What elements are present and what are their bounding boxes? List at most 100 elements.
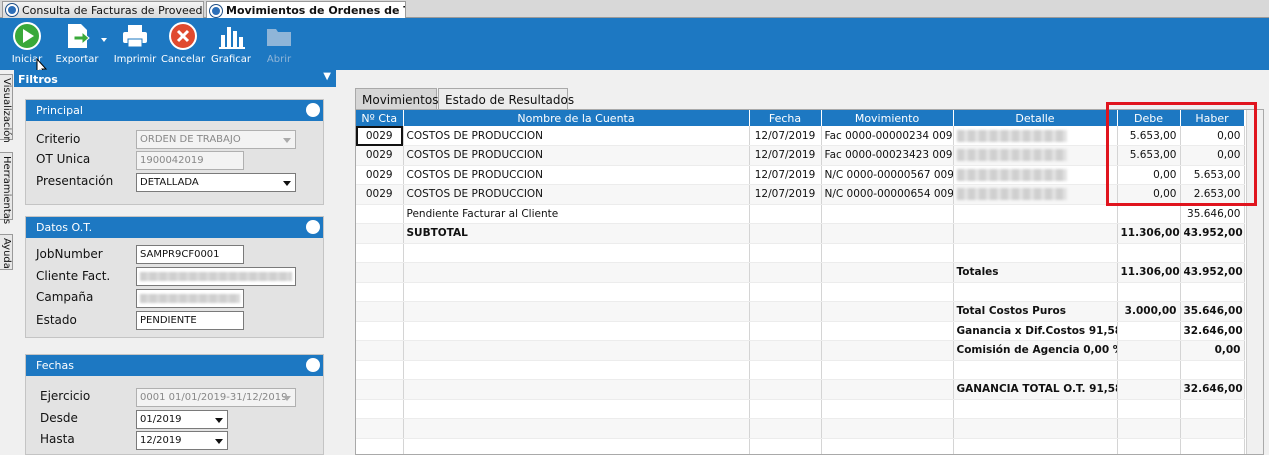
col-debe-cell[interactable]: 5.653,00 — [1117, 145, 1181, 166]
col-haber-cell[interactable]: 32.646,00 — [1180, 321, 1245, 341]
col-fecha-header[interactable]: Fecha — [749, 110, 822, 126]
table-row[interactable]: SUBTOTAL 11.306,00 43.952,00 — [356, 223, 1245, 244]
table-row[interactable]: 0029 COSTOS DE PRODUCCION 12/07/2019 Fac 00… — [356, 126, 1245, 146]
table-row[interactable]: Ganancia x Dif.Costos 91,58 % 32.646,00 — [356, 321, 1245, 341]
col-debe-cell[interactable]: 0,00 — [1117, 184, 1181, 205]
table-row[interactable]: GANANCIA TOTAL O.T. 91,58 % 32.646,00 — [356, 379, 1245, 400]
col-nombre-cuenta-cell[interactable] — [403, 360, 750, 380]
campana-field[interactable] — [136, 289, 244, 308]
col-haber-cell[interactable]: 43.952,00 — [1180, 262, 1245, 283]
estado-field[interactable]: PENDIENTE — [136, 311, 244, 330]
abrir-button[interactable]: Abrir — [263, 20, 295, 68]
col-nombre-cuenta-cell[interactable]: COSTOS DE PRODUCCION — [403, 126, 750, 146]
col-nombre-cuenta-cell[interactable]: Pendiente Facturar al Cliente — [403, 204, 750, 224]
col-detalle-cell[interactable] — [953, 360, 1118, 380]
table-row[interactable] — [356, 243, 1245, 263]
col-detalle-cell[interactable] — [953, 126, 1118, 146]
col-detalle-cell[interactable]: GANANCIA TOTAL O.T. 91,58 % — [953, 379, 1118, 400]
col-detalle-cell[interactable]: Comisión de Agencia 0,00 % — [953, 340, 1118, 361]
table-row[interactable]: Pendiente Facturar al Cliente 35.646,00 — [356, 204, 1245, 224]
ejercicio-select[interactable]: 0001 01/01/2019-31/12/2019 — [136, 388, 296, 407]
col-nombre-cuenta-cell[interactable] — [403, 379, 750, 400]
col-nro-cta-cell[interactable] — [356, 204, 404, 224]
presentacion-select[interactable]: DETALLADA — [136, 173, 296, 192]
col-nro-cta-cell[interactable] — [356, 223, 404, 244]
col-movimiento-cell[interactable] — [821, 204, 954, 224]
col-haber-cell[interactable] — [1180, 438, 1245, 454]
col-haber-cell[interactable] — [1180, 399, 1245, 419]
table-row[interactable] — [356, 418, 1245, 439]
imprimir-button[interactable]: Imprimir — [114, 20, 156, 68]
col-movimiento-cell[interactable] — [821, 379, 954, 400]
col-haber-header[interactable]: Haber — [1180, 110, 1245, 126]
side-tab-ayuda[interactable]: Ayuda — [0, 234, 13, 270]
col-detalle-cell[interactable] — [953, 165, 1118, 185]
table-row[interactable] — [356, 360, 1245, 380]
col-fecha-cell[interactable] — [749, 243, 822, 263]
table-row[interactable]: 0029 COSTOS DE PRODUCCION 12/07/2019 N/C 00… — [356, 184, 1245, 205]
col-nro-cta-cell[interactable] — [356, 418, 404, 439]
col-detalle-header[interactable]: Detalle — [953, 110, 1118, 126]
col-nro-cta-cell[interactable] — [356, 262, 404, 283]
col-nro-cta-cell[interactable] — [356, 438, 404, 454]
col-movimiento-cell[interactable] — [821, 321, 954, 341]
tab-movimientos[interactable]: Movimientos — [355, 88, 438, 110]
col-movimiento-cell[interactable] — [821, 243, 954, 263]
col-fecha-cell[interactable]: 12/07/2019 — [749, 126, 822, 146]
col-haber-cell[interactable]: 43.952,00 — [1180, 223, 1245, 244]
tab-estado-resultados[interactable]: Estado de Resultados — [438, 88, 574, 110]
table-row[interactable] — [356, 282, 1245, 302]
col-debe-cell[interactable]: 5.653,00 — [1117, 126, 1181, 146]
col-movimiento-cell[interactable]: N/C 0000-00000567 0097 — [821, 165, 954, 185]
col-detalle-cell[interactable] — [953, 438, 1118, 454]
collapse-icon[interactable] — [306, 220, 320, 234]
col-nro-cta-cell[interactable] — [356, 379, 404, 400]
table-row[interactable]: Totales 11.306,00 43.952,00 — [356, 262, 1245, 283]
col-nombre-cuenta-cell[interactable]: COSTOS DE PRODUCCION — [403, 165, 750, 185]
col-nombre-cuenta-header[interactable]: Nombre de la Cuenta — [403, 110, 750, 126]
col-nombre-cuenta-cell[interactable] — [403, 438, 750, 454]
col-haber-cell[interactable]: 5.653,00 — [1180, 165, 1245, 185]
col-debe-cell[interactable] — [1117, 360, 1181, 380]
col-haber-cell[interactable] — [1180, 360, 1245, 380]
ot-unica-field[interactable]: 1900042019 — [136, 151, 244, 170]
col-haber-cell[interactable]: 2.653,00 — [1180, 184, 1245, 205]
col-fecha-cell[interactable] — [749, 262, 822, 283]
col-fecha-cell[interactable] — [749, 282, 822, 302]
col-haber-cell[interactable]: 0,00 — [1180, 126, 1245, 146]
table-row[interactable]: 0029 COSTOS DE PRODUCCION 12/07/2019 Fac 00… — [356, 145, 1245, 166]
col-debe-cell[interactable] — [1117, 340, 1181, 361]
col-movimiento-cell[interactable] — [821, 262, 954, 283]
col-movimiento-cell[interactable] — [821, 418, 954, 439]
col-debe-cell[interactable]: 0,00 — [1117, 165, 1181, 185]
col-fecha-cell[interactable] — [749, 360, 822, 380]
col-nro-cta-cell[interactable]: 0029 — [356, 126, 404, 146]
col-fecha-cell[interactable]: 12/07/2019 — [749, 184, 822, 205]
vertical-scrollbar[interactable] — [1246, 110, 1263, 454]
col-nro-cta-cell[interactable] — [356, 282, 404, 302]
col-debe-cell[interactable]: 11.306,00 — [1117, 262, 1181, 283]
col-detalle-cell[interactable] — [953, 204, 1118, 224]
col-debe-cell[interactable]: 3.000,00 — [1117, 301, 1181, 322]
col-nro-cta-cell[interactable] — [356, 243, 404, 263]
col-nro-cta-cell[interactable] — [356, 340, 404, 361]
col-debe-header[interactable]: Debe — [1117, 110, 1181, 126]
col-nro-cta-cell[interactable]: 0029 — [356, 184, 404, 205]
col-fecha-cell[interactable] — [749, 438, 822, 454]
cliente-field[interactable] — [136, 267, 296, 286]
tab-movimientos-ot[interactable]: Movimientos de Ordenes de Tra... — [206, 1, 406, 19]
col-nro-cta-cell[interactable] — [356, 360, 404, 380]
col-movimiento-cell[interactable] — [821, 282, 954, 302]
col-nombre-cuenta-cell[interactable] — [403, 418, 750, 439]
col-nro-cta-header[interactable]: Nº Cta — [356, 110, 404, 126]
col-haber-cell[interactable]: 35.646,00 — [1180, 301, 1245, 322]
exportar-button[interactable]: Exportar — [55, 20, 99, 68]
col-fecha-cell[interactable] — [749, 223, 822, 244]
col-movimiento-cell[interactable] — [821, 399, 954, 419]
collapse-icon[interactable] — [306, 358, 320, 372]
col-nombre-cuenta-cell[interactable]: COSTOS DE PRODUCCION — [403, 184, 750, 205]
col-nombre-cuenta-cell[interactable]: COSTOS DE PRODUCCION — [403, 145, 750, 166]
col-movimiento-cell[interactable] — [821, 438, 954, 454]
col-detalle-cell[interactable]: Totales — [953, 262, 1118, 283]
col-nombre-cuenta-cell[interactable]: SUBTOTAL — [403, 223, 750, 244]
